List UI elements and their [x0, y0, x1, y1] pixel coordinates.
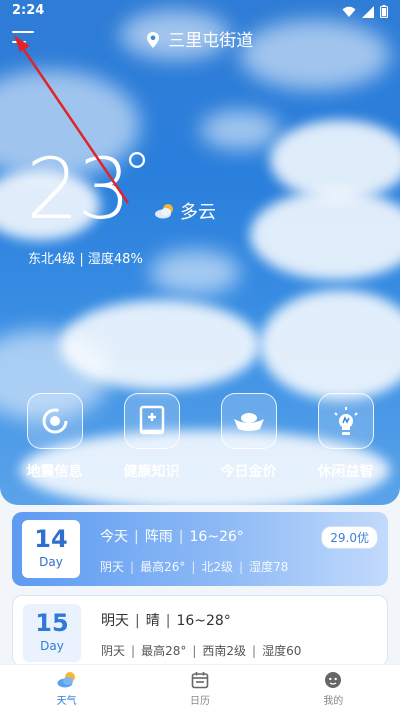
tile-label: 休闲益智 — [317, 464, 374, 480]
detail-wind: 西南2级 — [202, 644, 247, 658]
day-number: 15 — [35, 609, 69, 637]
lightbulb-icon — [333, 407, 358, 435]
tile-icon-box — [26, 393, 83, 449]
day-badge: 15 Day — [23, 604, 81, 662]
tile-gold-price[interactable]: 今日金价 — [204, 393, 294, 481]
partly-cloudy-icon — [155, 204, 173, 219]
forecast-details: 阴天 | 最高26° | 北2级 | 湿度78 — [100, 560, 289, 574]
detail-sky: 阴天 — [100, 560, 125, 574]
current-temperature: 23 — [26, 140, 131, 238]
tile-icon-box — [317, 393, 374, 449]
day-weather: 阵雨 — [144, 529, 173, 545]
nav-tab-profile[interactable]: 我的 — [267, 665, 400, 712]
tile-label: 地震信息 — [26, 464, 83, 480]
condition-text: 多云 — [180, 202, 216, 223]
nav-label: 天气 — [56, 695, 77, 707]
forecast-card-today[interactable]: 14 Day 今天 | 阵雨 | 16~26° 阴天 | 最高26° | 北2级 | 湿度78 29… — [12, 512, 388, 586]
detail-humidity: 湿度78 — [249, 560, 289, 574]
status-time: 2:24 — [12, 3, 45, 18]
nav-label: 我的 — [323, 695, 344, 707]
location-selector[interactable]: 三里屯街道 — [0, 26, 400, 51]
forecast-summary: 明天 | 晴 | 16~28° — [101, 613, 231, 629]
wind-humidity: 东北4级 | 湿度48% — [28, 252, 143, 267]
aqi-badge: 29.0优 — [321, 526, 378, 549]
detail-humidity: 湿度60 — [262, 644, 302, 658]
profile-icon — [325, 671, 342, 688]
bottom-navigation: 天气 日历 我的 — [0, 664, 400, 712]
day-number: 14 — [34, 525, 68, 553]
wifi-icon — [342, 6, 356, 17]
tile-earthquake-info[interactable]: 地震信息 — [10, 393, 100, 481]
tile-icon-box — [123, 393, 180, 449]
current-condition: 多云 — [154, 198, 216, 224]
battery-icon — [380, 5, 388, 18]
day-weather: 晴 — [145, 613, 160, 629]
forecast-summary: 今天 | 阵雨 | 16~26° — [100, 529, 244, 545]
quick-tiles: 地震信息 健康知识 今日金价 休闲益智 — [0, 393, 400, 481]
spiral-icon — [42, 408, 67, 434]
nav-tab-weather[interactable]: 天气 — [0, 665, 133, 712]
forecast-details: 阴天 | 最高28° | 西南2级 | 湿度60 — [101, 644, 302, 658]
detail-high: 最高28° — [141, 644, 187, 658]
forecast-card-tomorrow[interactable]: 15 Day 明天 | 晴 | 16~28° 阴天 | 最高28° | 西南2级 | 湿度60 — [12, 595, 388, 667]
status-bar: 2:24 — [0, 0, 400, 24]
temperature-unit: ° — [122, 140, 152, 210]
detail-high: 最高26° — [140, 560, 186, 574]
day-name: 明天 — [101, 613, 129, 629]
tile-health-knowledge[interactable]: 健康知识 — [107, 393, 197, 481]
location-pin-icon — [146, 32, 159, 48]
tile-leisure-puzzle[interactable]: 休闲益智 — [301, 393, 391, 481]
day-unit: Day — [39, 555, 63, 569]
day-name: 今天 — [100, 529, 128, 545]
temp-range: 16~28° — [176, 613, 231, 629]
tile-label: 健康知识 — [123, 464, 180, 480]
day-unit: Day — [40, 639, 64, 653]
detail-wind: 北2级 — [201, 560, 234, 574]
gold-ingot-icon — [233, 413, 264, 431]
location-name: 三里屯街道 — [168, 31, 254, 51]
calendar-icon — [191, 671, 209, 688]
temp-range: 16~26° — [189, 529, 244, 545]
day-badge: 14 Day — [22, 520, 80, 578]
detail-sky: 阴天 — [101, 644, 126, 658]
nav-tab-calendar[interactable]: 日历 — [133, 665, 266, 712]
system-icons — [342, 5, 388, 18]
signal-icon — [362, 5, 374, 18]
tile-label: 今日金价 — [220, 464, 277, 480]
nav-label: 日历 — [189, 695, 210, 707]
weather-icon — [57, 671, 75, 687]
tile-icon-box — [220, 393, 277, 449]
medical-book-icon — [139, 405, 164, 435]
